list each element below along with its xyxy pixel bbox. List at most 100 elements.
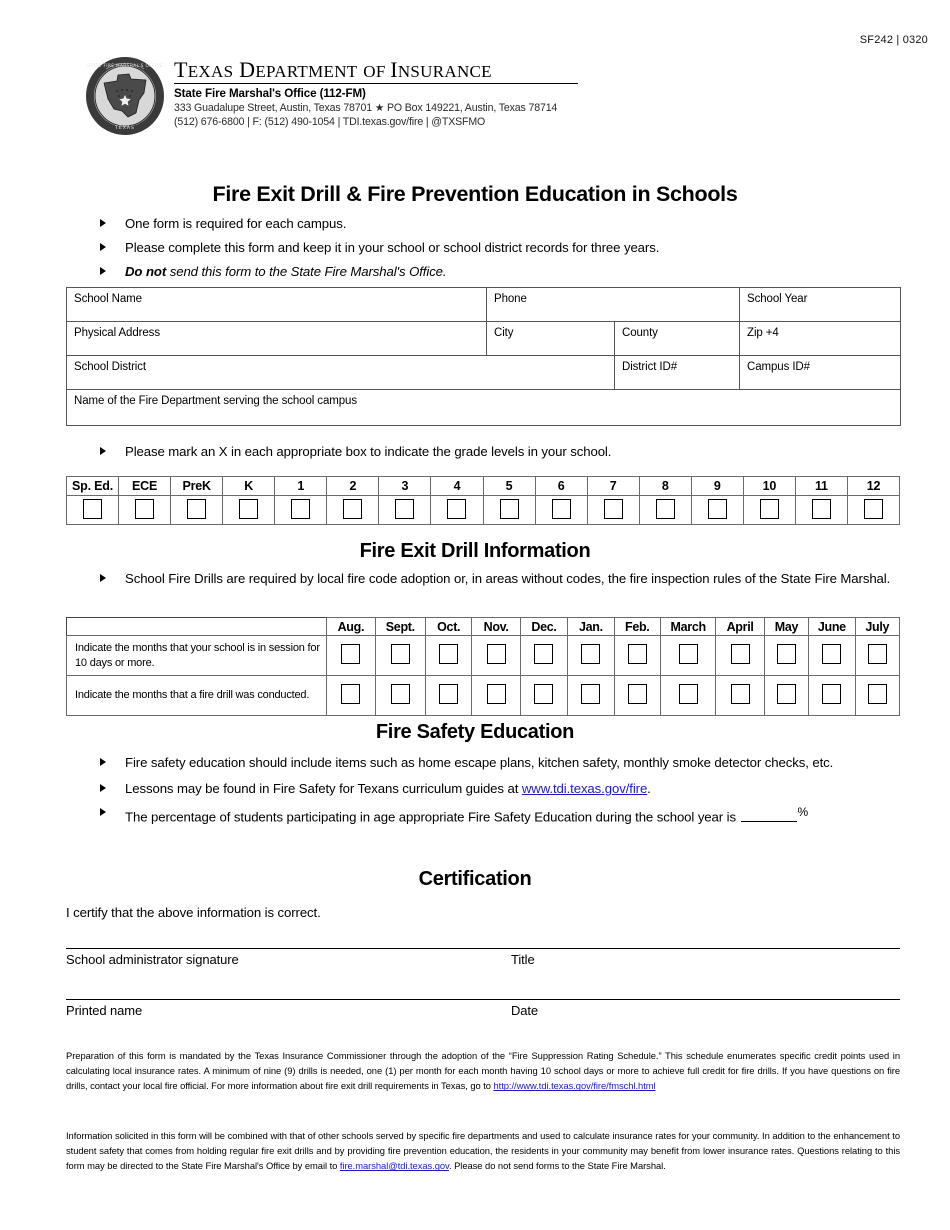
grade-cell[interactable] xyxy=(222,495,276,525)
month-checkbox[interactable] xyxy=(534,684,554,704)
bullet-triangle-icon xyxy=(100,784,106,793)
month-checkbox[interactable] xyxy=(730,684,750,704)
month-cell[interactable] xyxy=(567,675,615,716)
fmschl-link[interactable]: http://www.tdi.texas.gov/fire/fmschl.htm… xyxy=(493,1080,655,1091)
grade-checkbox[interactable] xyxy=(707,498,727,519)
month-cell[interactable] xyxy=(424,635,473,676)
month-checkbox[interactable] xyxy=(678,684,698,704)
grade-checkbox[interactable] xyxy=(863,498,883,519)
grade-cell[interactable] xyxy=(65,495,120,525)
grade-cell[interactable] xyxy=(534,495,588,525)
month-checkbox[interactable] xyxy=(390,644,410,664)
month-cell[interactable] xyxy=(763,635,810,676)
grade-cell[interactable] xyxy=(378,495,432,525)
month-checkbox[interactable] xyxy=(341,644,361,664)
month-checkbox[interactable] xyxy=(439,644,459,664)
month-cell[interactable] xyxy=(659,635,717,676)
month-checkbox[interactable] xyxy=(627,644,647,664)
grade-cell[interactable] xyxy=(742,495,796,525)
bullet-triangle-icon xyxy=(100,808,106,817)
month-cell[interactable] xyxy=(613,635,661,676)
grade-cell[interactable] xyxy=(794,495,848,525)
month-cell[interactable] xyxy=(519,635,569,676)
grade-cell[interactable] xyxy=(482,495,536,525)
month-cell[interactable] xyxy=(715,675,765,716)
tdi-fire-link[interactable]: www.tdi.texas.gov/fire xyxy=(522,781,647,796)
state-fire-marshal-seal-icon: STATE FIRE MARSHAL'S OFFICE TEXAS xyxy=(84,55,166,137)
grade-checkbox[interactable] xyxy=(395,498,415,519)
field-district-id[interactable]: District ID# xyxy=(613,355,741,390)
field-fire-department[interactable]: Name of the Fire Department serving the … xyxy=(65,389,902,426)
grade-checkbox[interactable] xyxy=(447,498,467,519)
grade-checkbox[interactable] xyxy=(759,498,779,519)
month-cell[interactable] xyxy=(659,675,717,716)
field-zip[interactable]: Zip +4 xyxy=(739,321,902,356)
month-cell[interactable] xyxy=(519,675,569,716)
grade-cell[interactable] xyxy=(274,495,328,525)
month-checkbox[interactable] xyxy=(776,644,796,664)
grade-checkbox[interactable] xyxy=(811,498,831,519)
field-city[interactable]: City xyxy=(486,321,615,356)
month-cell[interactable] xyxy=(326,635,376,676)
month-cell[interactable] xyxy=(613,675,661,716)
grade-checkbox[interactable] xyxy=(551,498,571,519)
month-checkbox[interactable] xyxy=(341,684,361,704)
list-item: One form is required for each campus. xyxy=(98,214,898,234)
month-cell[interactable] xyxy=(374,635,427,676)
grade-checkbox[interactable] xyxy=(291,498,311,519)
month-cell[interactable] xyxy=(424,675,473,716)
grade-cell[interactable] xyxy=(170,495,224,525)
grade-checkbox[interactable] xyxy=(135,498,155,519)
field-school-name[interactable]: School Name xyxy=(66,287,487,322)
month-checkbox[interactable] xyxy=(390,684,410,704)
grade-cell[interactable] xyxy=(430,495,484,525)
month-checkbox[interactable] xyxy=(867,684,887,704)
month-cell[interactable] xyxy=(808,635,856,676)
grade-checkbox[interactable] xyxy=(499,498,519,519)
month-cell[interactable] xyxy=(808,675,856,716)
field-county[interactable]: County xyxy=(613,321,741,356)
month-cell[interactable] xyxy=(471,675,521,716)
grade-cell[interactable] xyxy=(638,495,692,525)
month-checkbox[interactable] xyxy=(627,684,647,704)
grade-checkbox[interactable] xyxy=(187,498,207,519)
month-checkbox[interactable] xyxy=(534,644,554,664)
grade-cell[interactable] xyxy=(118,495,172,525)
fire-marshal-email-link[interactable]: fire.marshal@tdi.texas.gov xyxy=(340,1160,449,1171)
grade-checkbox[interactable] xyxy=(603,498,623,519)
grade-cell[interactable] xyxy=(846,495,901,525)
month-checkbox[interactable] xyxy=(822,684,842,704)
month-checkbox[interactable] xyxy=(581,644,601,664)
month-cell[interactable] xyxy=(763,675,810,716)
grade-cell[interactable] xyxy=(690,495,744,525)
field-campus-id[interactable]: Campus ID# xyxy=(739,355,902,390)
month-cell[interactable] xyxy=(326,675,376,716)
grade-cell[interactable] xyxy=(586,495,640,525)
grade-cell[interactable] xyxy=(326,495,380,525)
month-cell[interactable] xyxy=(471,635,521,676)
grade-checkbox[interactable] xyxy=(239,498,259,519)
month-checkbox[interactable] xyxy=(730,644,750,664)
percentage-input-blank[interactable] xyxy=(740,820,797,822)
month-cell[interactable] xyxy=(567,635,615,676)
month-checkbox[interactable] xyxy=(776,684,796,704)
month-checkbox[interactable] xyxy=(439,684,459,704)
month-checkbox[interactable] xyxy=(486,684,506,704)
month-checkbox[interactable] xyxy=(581,684,601,704)
month-cell[interactable] xyxy=(374,675,427,716)
grade-checkbox[interactable] xyxy=(343,498,363,519)
label-date: Date xyxy=(511,1003,539,1018)
grade-checkbox[interactable] xyxy=(83,498,103,519)
field-school-year[interactable]: School Year xyxy=(739,287,902,322)
month-checkbox[interactable] xyxy=(678,644,698,664)
month-cell[interactable] xyxy=(854,635,901,676)
month-cell[interactable] xyxy=(715,635,765,676)
month-checkbox[interactable] xyxy=(486,644,506,664)
grade-checkbox[interactable] xyxy=(655,498,675,519)
month-cell[interactable] xyxy=(854,675,901,716)
field-school-district[interactable]: School District xyxy=(66,355,615,390)
field-phone[interactable]: Phone xyxy=(485,287,741,322)
month-checkbox[interactable] xyxy=(822,644,842,664)
field-physical-address[interactable]: Physical Address xyxy=(66,321,487,356)
month-checkbox[interactable] xyxy=(867,644,887,664)
